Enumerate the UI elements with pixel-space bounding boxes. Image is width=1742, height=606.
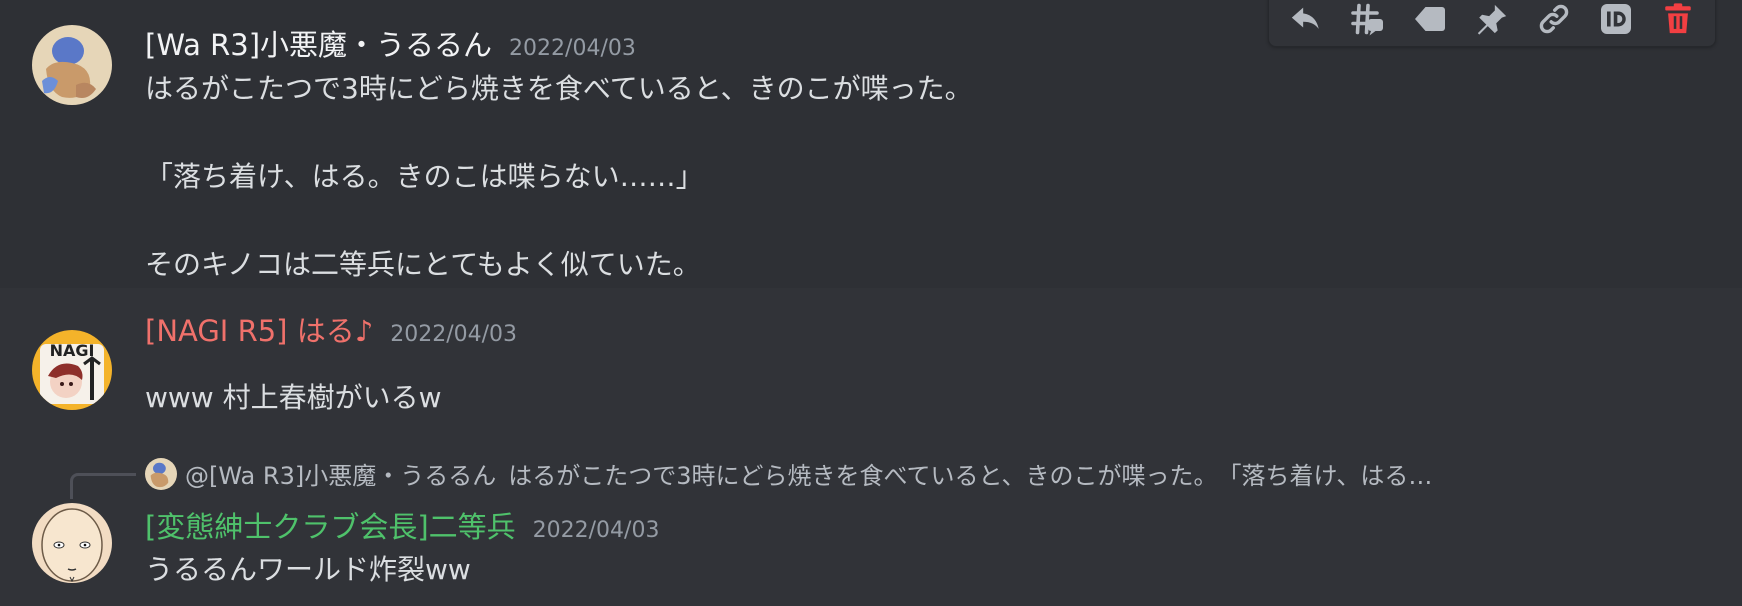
avatar[interactable]: NAGI bbox=[32, 330, 112, 410]
message-author[interactable]: [NAGI R5] はる♪ bbox=[145, 308, 373, 350]
message-timestamp: 2022/04/03 bbox=[532, 518, 660, 543]
svg-text:NAGI: NAGI bbox=[50, 341, 95, 360]
message-content-line: 「落ち着け、はる。きのこは喋らない……」 bbox=[145, 160, 704, 193]
message-author[interactable]: [変態紳士クラブ会長]二等兵 bbox=[145, 504, 516, 546]
pin-icon bbox=[1477, 4, 1507, 35]
reply-spine bbox=[70, 473, 136, 499]
message-actions-toolbar bbox=[1268, 0, 1716, 47]
delete-button[interactable] bbox=[1656, 0, 1700, 41]
message-item[interactable]: [Wa R3]小悪魔・うるるん 2022/04/03 はるがこたつで3時にどら焼… bbox=[0, 0, 1742, 288]
reply-author[interactable]: @[Wa R3]小悪魔・うるるん bbox=[185, 456, 496, 491]
delete-icon bbox=[1665, 2, 1691, 33]
message-content-line: www 村上春樹がいるw bbox=[145, 381, 442, 414]
copy-id-button[interactable] bbox=[1594, 0, 1638, 41]
create-thread-button[interactable] bbox=[1346, 0, 1390, 41]
message-author[interactable]: [Wa R3]小悪魔・うるるん bbox=[145, 22, 492, 64]
message-timestamp: 2022/04/03 bbox=[509, 36, 636, 61]
link-icon bbox=[1539, 4, 1569, 33]
tag-icon bbox=[1415, 6, 1445, 31]
message-content-line: うるるんワールド炸裂ww bbox=[145, 553, 471, 586]
message-content-line: そのキノコは二等兵にとてもよく似ていた。 bbox=[145, 248, 701, 281]
tag-button[interactable] bbox=[1408, 0, 1452, 41]
reply-avatar bbox=[145, 457, 177, 490]
message-item[interactable]: NAGI [NAGI R5] はる♪ 2022/04/03 www 村上春樹がい… bbox=[0, 288, 1742, 438]
message-content-line: はるがこたつで3時にどら焼きを食べていると、きのこが喋った。 bbox=[145, 72, 973, 105]
avatar[interactable] bbox=[32, 503, 112, 583]
copy-link-button[interactable] bbox=[1532, 0, 1576, 41]
thread-icon bbox=[1351, 3, 1383, 35]
reply-icon bbox=[1291, 7, 1319, 29]
message-timestamp: 2022/04/03 bbox=[390, 322, 518, 347]
avatar[interactable] bbox=[32, 25, 112, 105]
chat-message-list: [Wa R3]小悪魔・うるるん 2022/04/03 はるがこたつで3時にどら焼… bbox=[0, 0, 1742, 606]
pin-button[interactable] bbox=[1470, 0, 1514, 41]
reply-reference[interactable]: @[Wa R3]小悪魔・うるるん はるがこたつで3時にどら焼きを食べていると、き… bbox=[145, 456, 1432, 491]
reply-preview[interactable]: はるがこたつで3時にどら焼きを食べていると、きのこが喋った。 「落ち着け、はる… bbox=[508, 456, 1432, 491]
reply-button[interactable] bbox=[1284, 0, 1328, 41]
copy-id-icon bbox=[1601, 3, 1631, 34]
